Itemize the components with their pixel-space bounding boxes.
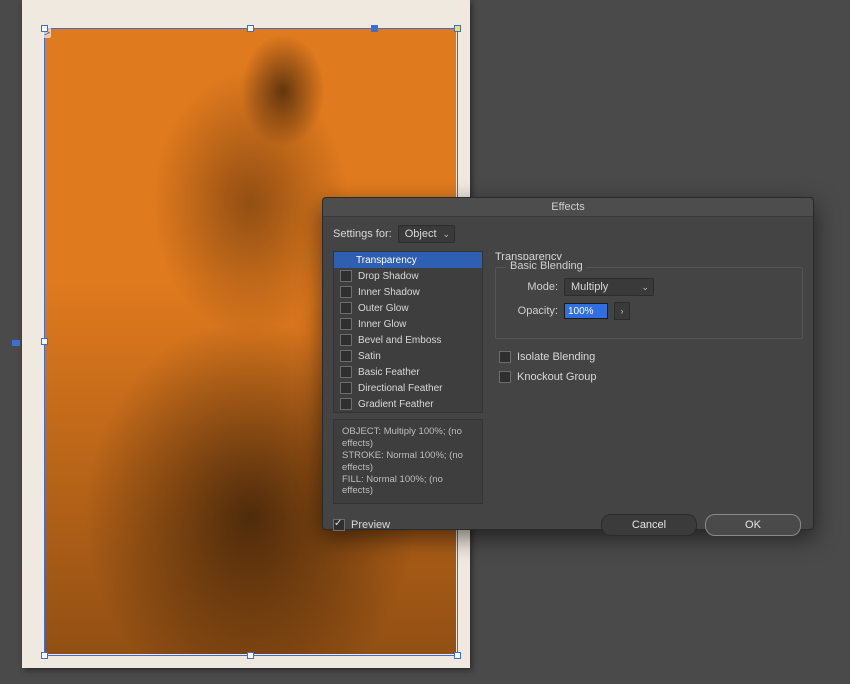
- effect-checkbox[interactable]: [340, 302, 352, 314]
- isolate-blending-label: Isolate Blending: [517, 351, 595, 363]
- effects-list[interactable]: Transparency Drop Shadow Inner Shadow Outer…: [333, 251, 483, 413]
- preview-checkbox[interactable]: [333, 519, 345, 531]
- dialog-title[interactable]: Effects: [323, 198, 813, 217]
- summary-fill: FILL: Normal 100%; (no effects): [342, 474, 474, 498]
- effect-item-inner-glow[interactable]: Inner Glow: [334, 316, 482, 332]
- effect-item-satin[interactable]: Satin: [334, 348, 482, 364]
- knockout-group-label: Knockout Group: [517, 371, 597, 383]
- summary-stroke: STROKE: Normal 100%; (no effects): [342, 450, 474, 474]
- effect-checkbox[interactable]: [340, 270, 352, 282]
- effects-dialog: Effects Settings for: Object ⌄ Transpare…: [322, 197, 814, 530]
- effect-label: Transparency: [356, 255, 417, 266]
- basic-blending-group: Basic Blending Mode: Multiply ⌄ Opacity:…: [495, 267, 803, 339]
- effect-checkbox[interactable]: [340, 334, 352, 346]
- effect-label: Drop Shadow: [358, 271, 419, 282]
- opacity-input[interactable]: [564, 303, 608, 319]
- mode-label: Mode:: [506, 281, 558, 293]
- effect-item-bevel-and-emboss[interactable]: Bevel and Emboss: [334, 332, 482, 348]
- effect-label: Bevel and Emboss: [358, 335, 441, 346]
- effect-checkbox[interactable]: [340, 382, 352, 394]
- ruler-guide-indicator: [12, 340, 20, 346]
- cancel-button[interactable]: Cancel: [601, 514, 697, 536]
- effect-item-drop-shadow[interactable]: Drop Shadow: [334, 268, 482, 284]
- effect-label: Outer Glow: [358, 303, 409, 314]
- preview-label: Preview: [351, 519, 390, 531]
- summary-object: OBJECT: Multiply 100%; (no effects): [342, 426, 474, 450]
- effect-checkbox[interactable]: [340, 398, 352, 410]
- effect-checkbox[interactable]: [340, 350, 352, 362]
- basic-blending-legend: Basic Blending: [506, 260, 587, 272]
- effect-label: Satin: [358, 351, 381, 362]
- effect-item-outer-glow[interactable]: Outer Glow: [334, 300, 482, 316]
- settings-for-label: Settings for:: [333, 228, 392, 240]
- settings-for-dropdown[interactable]: Object ⌄: [398, 225, 455, 243]
- effect-item-directional-feather[interactable]: Directional Feather: [334, 380, 482, 396]
- ok-button[interactable]: OK: [705, 514, 801, 536]
- effect-label: Inner Shadow: [358, 287, 420, 298]
- knockout-group-checkbox[interactable]: [499, 371, 511, 383]
- effect-checkbox[interactable]: [340, 366, 352, 378]
- effects-summary: OBJECT: Multiply 100%; (no effects) STRO…: [333, 419, 483, 504]
- blend-mode-value: Multiply: [571, 281, 608, 293]
- effect-checkbox[interactable]: [340, 286, 352, 298]
- effect-item-basic-feather[interactable]: Basic Feather: [334, 364, 482, 380]
- opacity-stepper[interactable]: ›: [614, 302, 630, 320]
- effect-label: Directional Feather: [358, 383, 442, 394]
- settings-for-value: Object: [405, 228, 437, 240]
- effect-label: Gradient Feather: [358, 399, 434, 410]
- effect-item-gradient-feather[interactable]: Gradient Feather: [334, 396, 482, 412]
- effect-label: Inner Glow: [358, 319, 406, 330]
- chevron-down-icon: ⌄: [443, 229, 451, 240]
- effect-item-inner-shadow[interactable]: Inner Shadow: [334, 284, 482, 300]
- isolate-blending-checkbox[interactable]: [499, 351, 511, 363]
- chevron-down-icon: ⌄: [641, 282, 649, 293]
- effect-checkbox[interactable]: [340, 318, 352, 330]
- blend-mode-dropdown[interactable]: Multiply ⌄: [564, 278, 654, 296]
- effect-item-transparency[interactable]: Transparency: [334, 252, 482, 268]
- effect-label: Basic Feather: [358, 367, 420, 378]
- opacity-label: Opacity:: [506, 305, 558, 317]
